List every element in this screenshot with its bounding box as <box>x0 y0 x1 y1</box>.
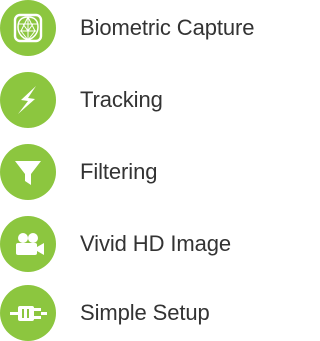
feature-label: Filtering <box>80 159 158 184</box>
face-scan-icon <box>0 0 56 56</box>
feature-list: Biometric Capture Tracking Filtering Viv… <box>0 0 288 341</box>
plug-icon <box>0 285 56 341</box>
feature-label: Simple Setup <box>80 300 210 325</box>
feature-item-simple-setup: Simple Setup <box>0 285 288 341</box>
feature-label: Tracking <box>80 87 163 112</box>
feature-item-vivid-hd-image: Vivid HD Image <box>0 216 288 272</box>
feature-item-tracking: Tracking <box>0 72 288 128</box>
feature-label: Vivid HD Image <box>80 231 232 256</box>
funnel-icon <box>0 144 56 200</box>
video-camera-icon <box>0 216 56 272</box>
feature-item-filtering: Filtering <box>0 144 288 200</box>
lightning-icon <box>0 72 56 128</box>
feature-label: Biometric Capture <box>80 15 255 40</box>
feature-item-biometric-capture: Biometric Capture <box>0 0 288 56</box>
